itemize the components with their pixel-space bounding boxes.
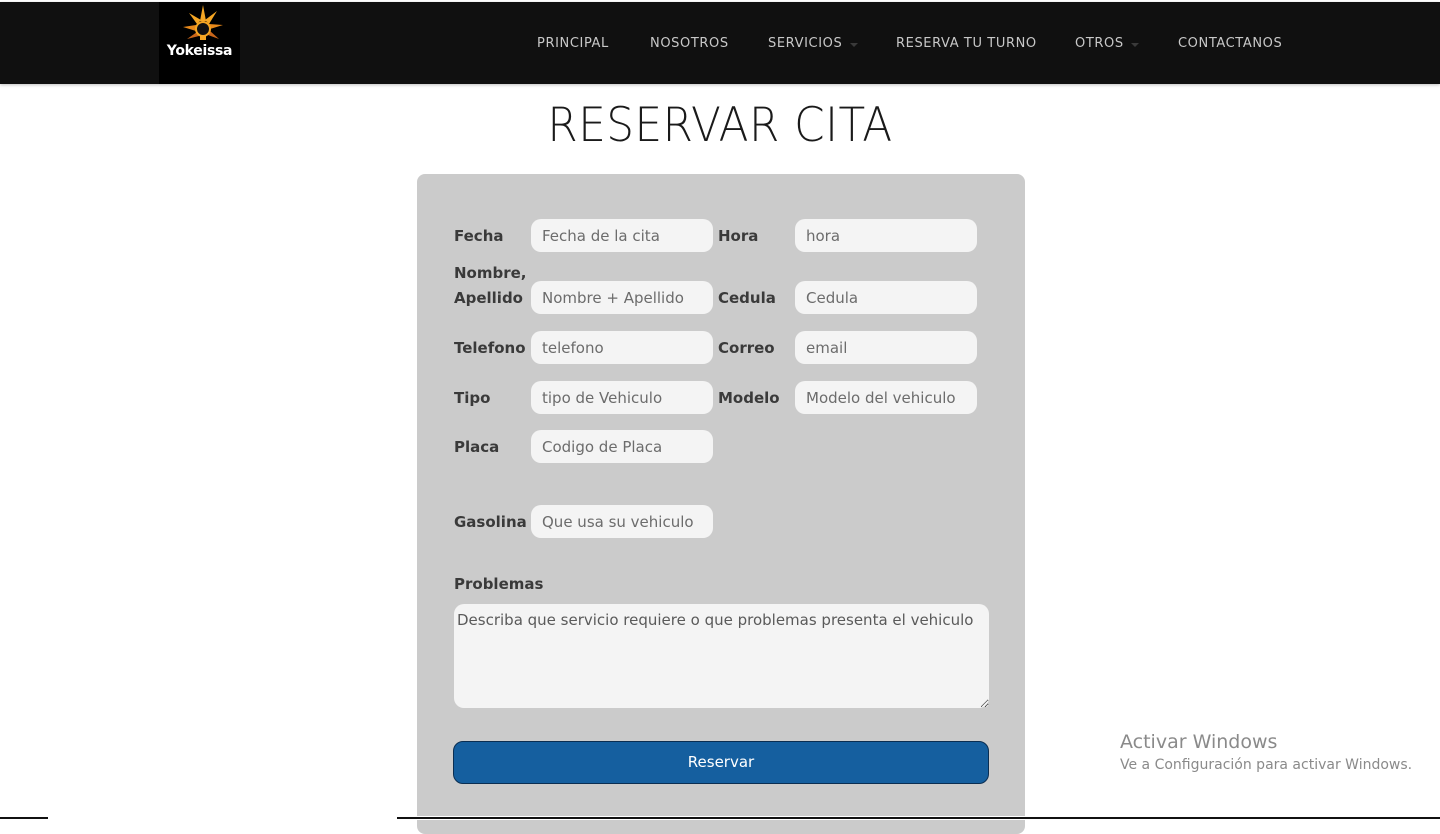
chevron-down-icon <box>850 43 858 47</box>
hora-input[interactable] <box>795 219 977 252</box>
nav-item-nosotros[interactable]: NOSOTROS <box>650 36 729 51</box>
fecha-input[interactable] <box>531 219 713 252</box>
tipo-vehiculo-input[interactable] <box>531 381 713 414</box>
nav-item-otros[interactable]: OTROS <box>1075 36 1124 51</box>
problemas-textarea[interactable] <box>454 604 989 708</box>
nombre-apellido-input[interactable] <box>531 281 713 314</box>
gasolina-input[interactable] <box>531 505 713 538</box>
page-title: RESERVAR CITA <box>547 98 893 153</box>
nav-item-servicios[interactable]: SERVICIOS <box>768 36 842 51</box>
scrollbar-track-left <box>0 817 48 819</box>
modelo-label: Modelo <box>718 389 780 407</box>
problemas-label: Problemas <box>454 575 544 593</box>
tipo-label: Tipo <box>454 389 491 407</box>
correo-label: Correo <box>718 339 775 357</box>
reservar-button[interactable]: Reservar <box>453 741 989 784</box>
brand-logo[interactable]: Yokeissa <box>159 2 240 84</box>
nav-item-contactanos[interactable]: CONTACTANOS <box>1178 36 1282 51</box>
placa-input[interactable] <box>531 430 713 463</box>
nombre-label-line1: Nombre, <box>454 264 527 282</box>
placa-label: Placa <box>454 438 500 456</box>
cedula-input[interactable] <box>795 281 977 314</box>
horizontal-scrollbar[interactable] <box>0 816 1440 820</box>
windows-activation-subtitle: Ve a Configuración para activar Windows. <box>1120 757 1413 773</box>
windows-activation-title: Activar Windows <box>1120 731 1278 753</box>
correo-input[interactable] <box>795 331 977 364</box>
scrollbar-track-right <box>397 817 1440 819</box>
telefono-label: Telefono <box>454 339 526 357</box>
nav-item-principal[interactable]: PRINCIPAL <box>537 36 609 51</box>
gasolina-label: Gasolina <box>454 513 527 531</box>
nombre-label-line2: Apellido <box>454 289 523 307</box>
logo-text: Yokeissa <box>166 43 233 59</box>
navbar: Yokeissa PRINCIPAL NOSOTROS SERVICIOS RE… <box>0 2 1440 84</box>
modelo-input[interactable] <box>795 381 977 414</box>
fecha-label: Fecha <box>454 227 504 245</box>
nav-item-reserva-tu-turno[interactable]: RESERVA TU TURNO <box>896 36 1037 51</box>
cedula-label: Cedula <box>718 289 776 307</box>
chevron-down-icon <box>1131 43 1139 47</box>
hora-label: Hora <box>718 227 759 245</box>
telefono-input[interactable] <box>531 331 713 364</box>
